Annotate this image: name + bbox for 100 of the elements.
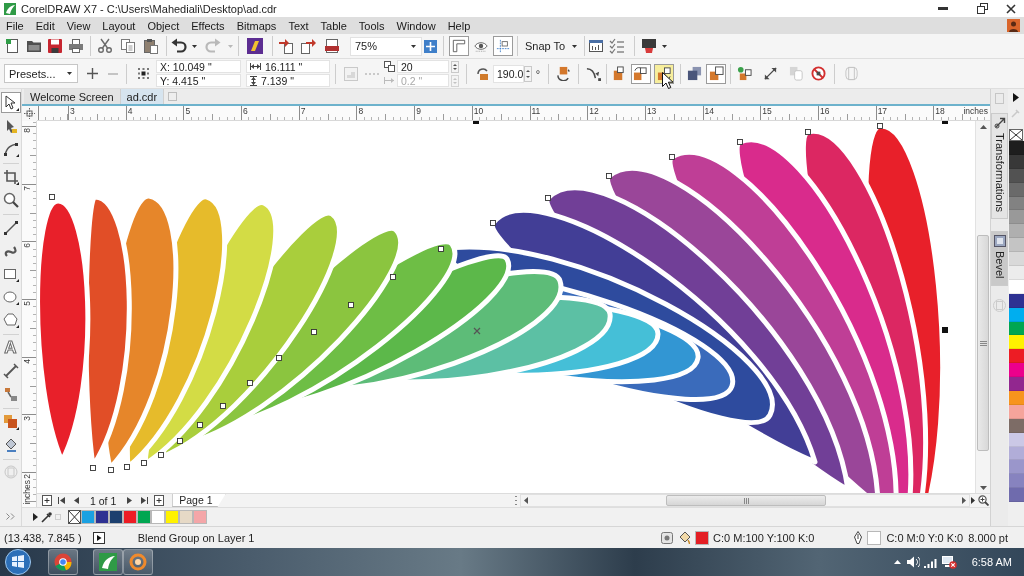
chart-window-icon[interactable] bbox=[588, 38, 605, 54]
menu-item[interactable]: Bitmaps bbox=[230, 19, 283, 32]
square-logo-icon[interactable] bbox=[247, 38, 263, 54]
node-handle[interactable] bbox=[545, 195, 551, 201]
user-account-icon[interactable] bbox=[1006, 19, 1020, 32]
browser-logo-icon[interactable] bbox=[54, 553, 72, 571]
menu-item[interactable]: File bbox=[0, 19, 30, 32]
node-handle[interactable] bbox=[90, 465, 96, 471]
color-swatch[interactable] bbox=[193, 510, 207, 524]
play-box-icon[interactable] bbox=[92, 531, 105, 544]
horizontal-scrollbar[interactable] bbox=[520, 494, 970, 507]
color-swatch[interactable] bbox=[151, 510, 165, 524]
menu-item[interactable]: Tools bbox=[352, 19, 391, 32]
chevron-up-icon[interactable] bbox=[894, 560, 902, 564]
docker-tab[interactable]: Transformations bbox=[991, 113, 1008, 220]
restore-icon[interactable] bbox=[976, 3, 988, 14]
node-handle[interactable] bbox=[311, 329, 317, 335]
node-handle[interactable] bbox=[348, 302, 354, 308]
node-handle[interactable] bbox=[108, 467, 114, 473]
horizontal-ruler[interactable]: 3 4 5 6 7 8 9 10 11 12 13 14 15 16 17 18 inches bbox=[37, 106, 990, 121]
menu-item[interactable]: Help bbox=[441, 19, 477, 32]
taskbar-button[interactable] bbox=[48, 549, 78, 575]
app-logo-icon[interactable] bbox=[99, 553, 117, 571]
node-handle[interactable] bbox=[141, 460, 147, 466]
paint-bucket-icon[interactable] bbox=[677, 531, 691, 544]
dot-square-icon[interactable] bbox=[661, 531, 674, 544]
export-icon[interactable] bbox=[300, 38, 316, 54]
add-page-icon[interactable] bbox=[154, 495, 165, 506]
document-tab[interactable]: Welcome Screen bbox=[24, 89, 121, 104]
vertical-scrollbar[interactable] bbox=[975, 121, 990, 493]
presets-dropdown[interactable]: Presets... bbox=[4, 64, 78, 83]
caret-icon[interactable] bbox=[661, 44, 667, 48]
node-handle[interactable] bbox=[220, 403, 226, 409]
scrollbar-thumb[interactable] bbox=[666, 495, 826, 506]
caret-icon[interactable] bbox=[411, 44, 416, 48]
menu-item[interactable]: Object bbox=[141, 19, 186, 32]
paste-icon[interactable] bbox=[142, 38, 159, 54]
selection-handle[interactable] bbox=[942, 121, 948, 124]
node-handle[interactable] bbox=[276, 355, 282, 361]
spinner-icon[interactable] bbox=[524, 65, 532, 82]
color-swatch[interactable] bbox=[95, 510, 109, 524]
no-color-swatch[interactable] bbox=[1009, 129, 1023, 141]
plus-box-icon[interactable] bbox=[423, 39, 437, 53]
node-handle[interactable] bbox=[390, 274, 396, 280]
width-field[interactable]: 16.111 " bbox=[246, 60, 330, 73]
docker-tab[interactable]: Bevel bbox=[991, 231, 1008, 286]
network-error-icon[interactable] bbox=[942, 555, 958, 569]
ring-logo-icon[interactable] bbox=[129, 553, 147, 571]
new-document-icon[interactable] bbox=[4, 38, 20, 54]
menu-item[interactable]: Window bbox=[390, 19, 442, 32]
scroll-down-icon[interactable] bbox=[979, 486, 987, 490]
menu-item[interactable]: View bbox=[60, 19, 97, 32]
node-handle[interactable] bbox=[197, 422, 203, 428]
close-icon[interactable] bbox=[1005, 3, 1016, 14]
node-handle[interactable] bbox=[606, 173, 612, 179]
snap-to-dropdown[interactable]: Snap To bbox=[521, 36, 582, 56]
scroll-up-icon[interactable] bbox=[979, 125, 987, 129]
anchor-grid-icon[interactable] bbox=[136, 67, 150, 80]
node-handle[interactable] bbox=[158, 452, 164, 458]
rotation-field[interactable]: 190.0 bbox=[493, 64, 524, 83]
node-handle[interactable] bbox=[805, 129, 811, 135]
zoom-dropdown[interactable]: 75% bbox=[350, 36, 422, 56]
taskbar-button[interactable] bbox=[123, 549, 153, 575]
checklist-icon[interactable] bbox=[609, 38, 626, 54]
scissors-icon[interactable] bbox=[97, 38, 113, 54]
color-swatch[interactable] bbox=[123, 510, 137, 524]
caret-icon[interactable] bbox=[67, 72, 72, 75]
page-tab[interactable]: Page 1 bbox=[172, 494, 226, 507]
monitor-icon[interactable] bbox=[641, 38, 658, 54]
position-field[interactable]: X: 10.049 " bbox=[156, 60, 241, 73]
bevel-square-icon[interactable] bbox=[993, 235, 1006, 248]
vertical-ruler[interactable]: 8 7 6 5 4 3 2 inches bbox=[22, 121, 37, 507]
last-page-icon[interactable] bbox=[141, 497, 149, 504]
add-page-icon[interactable] bbox=[42, 495, 52, 506]
spinner-icon[interactable] bbox=[451, 60, 459, 73]
signal-bars-icon[interactable] bbox=[924, 556, 938, 568]
node-handle[interactable] bbox=[49, 194, 55, 200]
menu-item[interactable]: Text bbox=[282, 19, 315, 32]
play-right-icon[interactable] bbox=[1013, 93, 1019, 102]
menu-item[interactable]: Layout bbox=[96, 19, 142, 32]
document-tab[interactable]: ad.cdr bbox=[120, 89, 165, 104]
color-swatch[interactable] bbox=[137, 510, 151, 524]
color-swatch[interactable] bbox=[179, 510, 193, 524]
selection-handle[interactable] bbox=[473, 121, 479, 124]
transform-arrows-icon[interactable] bbox=[993, 117, 1006, 129]
selection-handle[interactable] bbox=[942, 327, 948, 333]
node-handle[interactable] bbox=[247, 380, 253, 386]
zoom-magnifier-icon[interactable] bbox=[977, 495, 989, 506]
scroll-right-icon[interactable] bbox=[962, 497, 966, 504]
menu-item[interactable]: Edit bbox=[29, 19, 61, 32]
height-field[interactable]: 7.139 " bbox=[246, 74, 330, 87]
copy-icon[interactable] bbox=[119, 38, 136, 54]
first-page-icon[interactable] bbox=[58, 497, 65, 504]
save-icon[interactable] bbox=[46, 38, 63, 54]
node-handle[interactable] bbox=[490, 220, 496, 226]
next-page-icon[interactable] bbox=[127, 497, 133, 504]
speaker-icon[interactable] bbox=[907, 556, 921, 568]
pen-nib-icon[interactable] bbox=[854, 531, 863, 544]
import-icon[interactable] bbox=[278, 38, 294, 54]
color-swatch[interactable] bbox=[165, 510, 179, 524]
